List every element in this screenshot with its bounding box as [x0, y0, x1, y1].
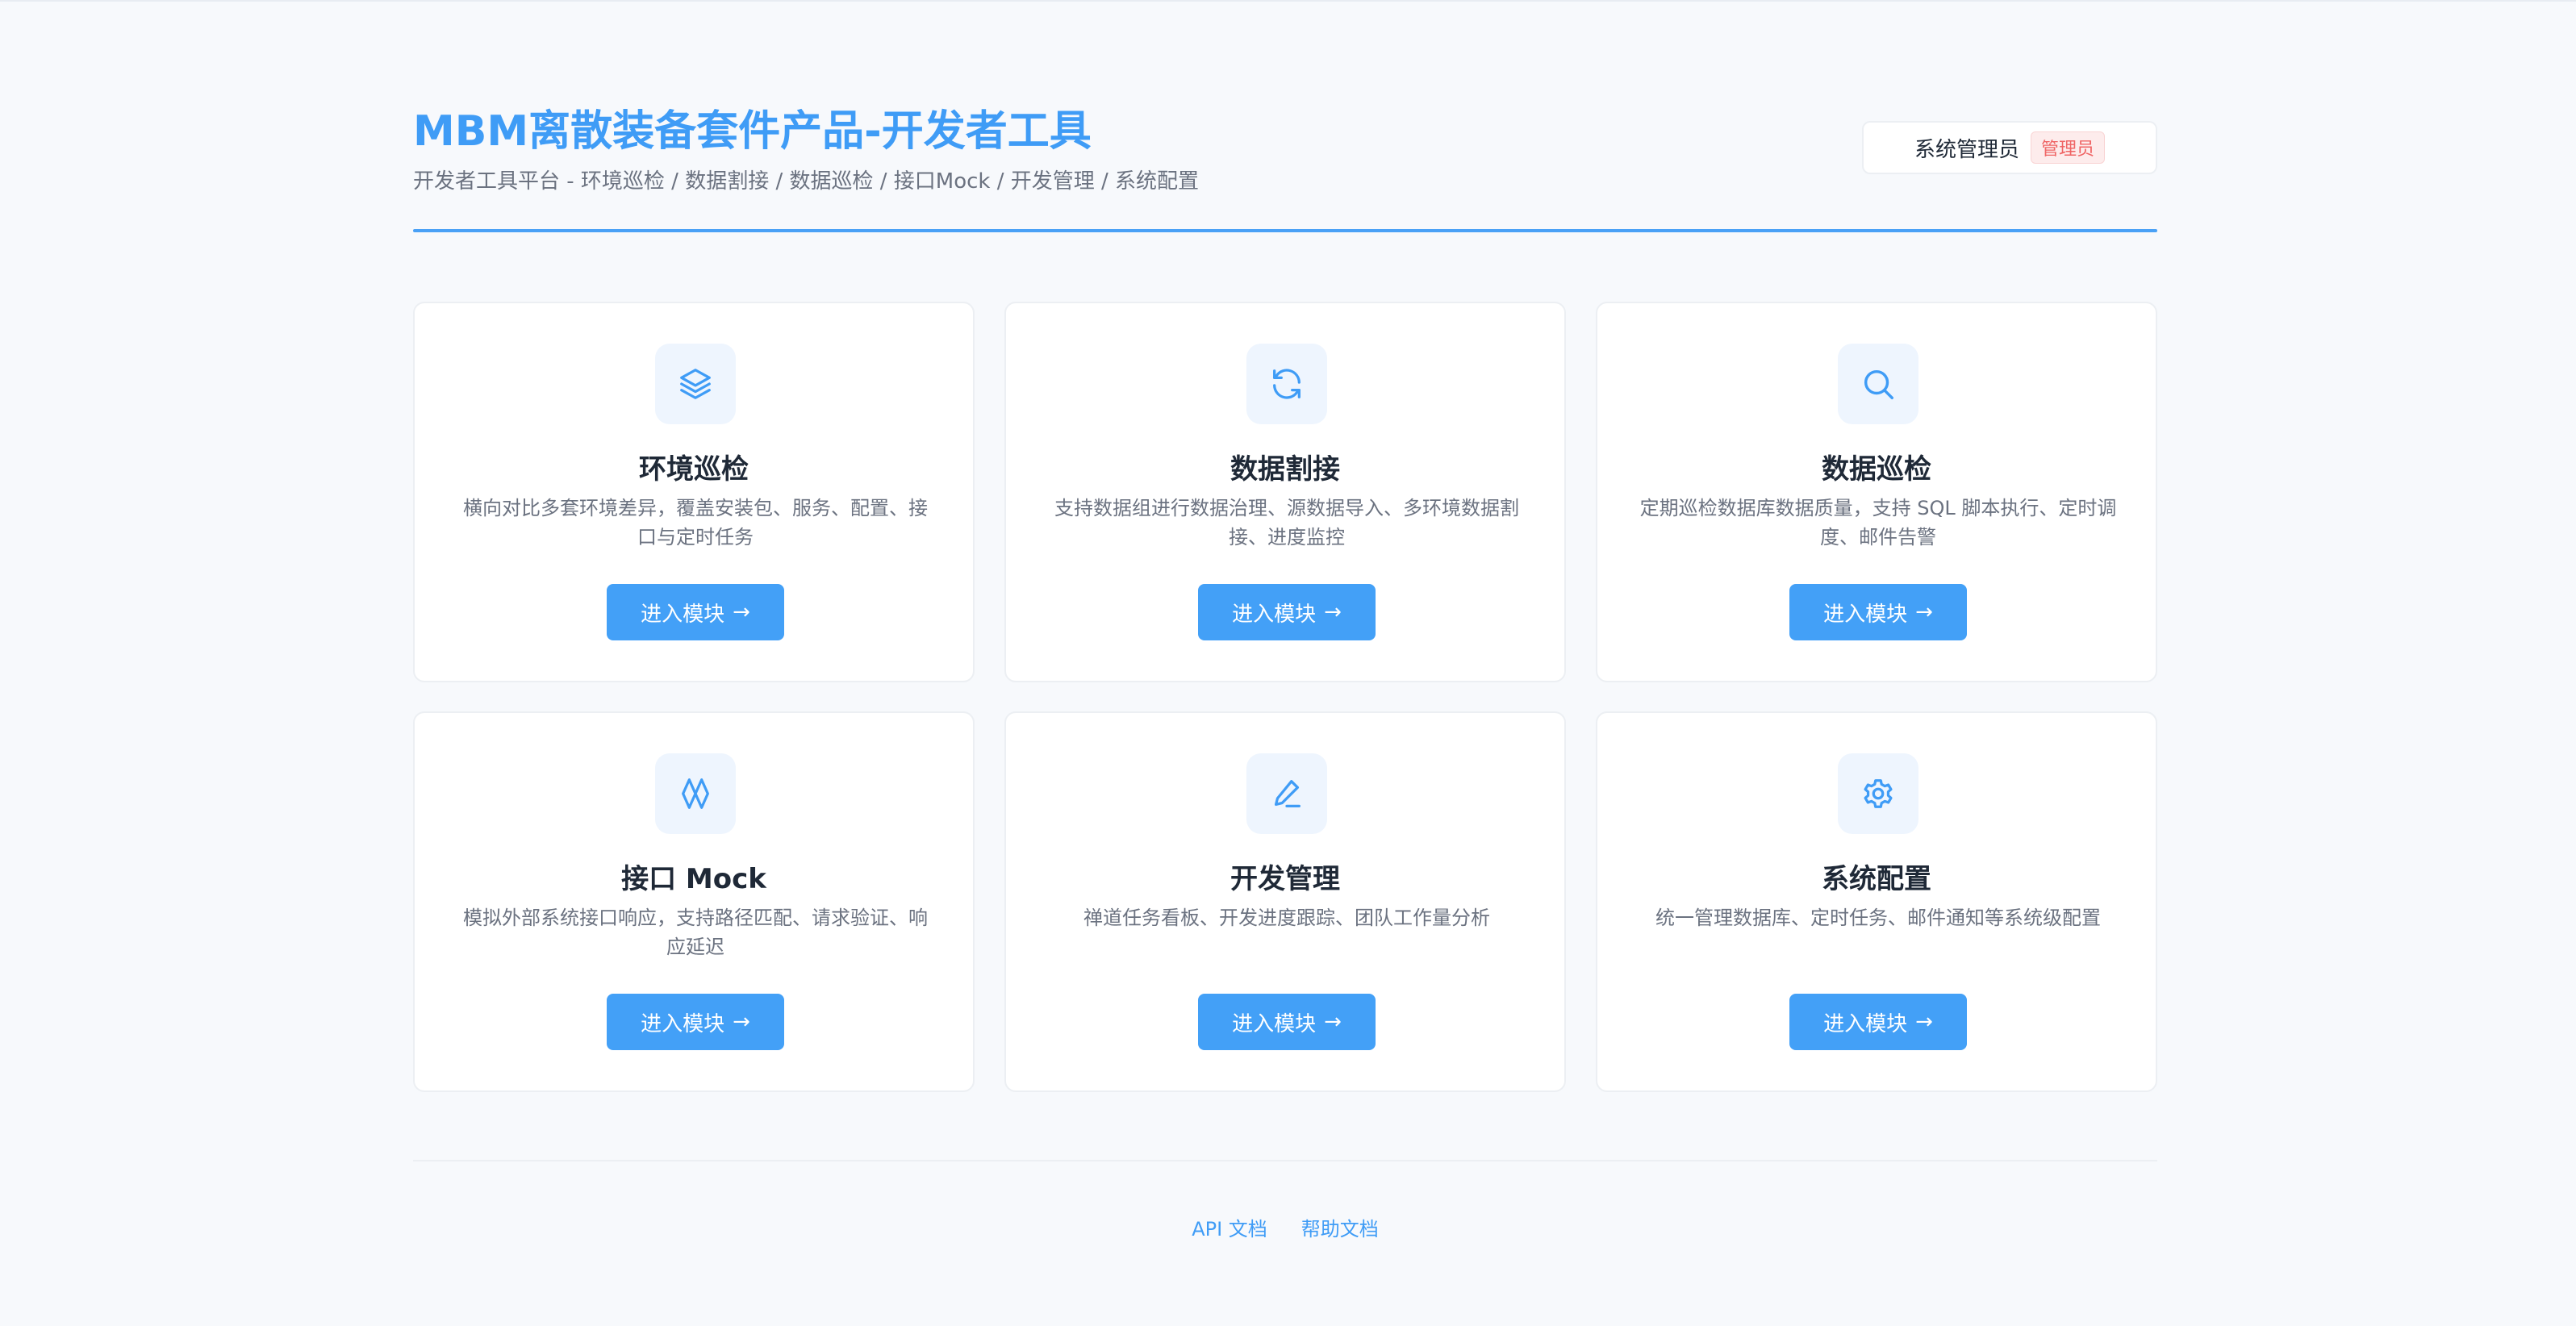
button-label: 进入模块	[1232, 602, 1317, 627]
page-subtitle: 开发者工具平台 - 环境巡检 / 数据割接 / 数据巡检 / 接口Mock / …	[413, 169, 1200, 194]
arrow-right-icon: →	[1324, 600, 1342, 624]
module-card-api-mock[interactable]: 接口 Mock 模拟外部系统接口响应，支持路径匹配、请求验证、响应延迟 进入模块…	[413, 711, 975, 1092]
module-title: 数据巡检	[1822, 453, 1931, 486]
module-description: 统一管理数据库、定时任务、邮件通知等系统级配置	[1655, 907, 2101, 929]
enter-module-button[interactable]: 进入模块 →	[1198, 584, 1376, 640]
help-docs-link[interactable]: 帮助文档	[1301, 1213, 1379, 1241]
pen-icon	[1246, 753, 1327, 834]
gear-icon	[1838, 753, 1918, 834]
layers-icon	[655, 344, 736, 424]
module-card-system-config[interactable]: 系统配置 统一管理数据库、定时任务、邮件通知等系统级配置 进入模块 →	[1596, 711, 2157, 1092]
arrow-right-icon: →	[733, 600, 750, 624]
search-icon	[1838, 344, 1918, 424]
module-title: 环境巡检	[639, 453, 749, 486]
header-divider	[413, 229, 2157, 232]
module-card-dev-management[interactable]: 开发管理 禅道任务看板、开发进度跟踪、团队工作量分析 进入模块 →	[1004, 711, 1566, 1092]
module-title: 开发管理	[1230, 863, 1340, 895]
arrow-right-icon: →	[1915, 600, 1933, 624]
button-label: 进入模块	[641, 602, 725, 627]
module-title: 数据割接	[1230, 453, 1340, 486]
enter-module-button[interactable]: 进入模块 →	[1789, 994, 1967, 1050]
page-title: MBM离散装备套件产品-开发者工具	[413, 107, 1092, 156]
footer-divider	[413, 1160, 2157, 1161]
enter-module-button[interactable]: 进入模块 →	[1789, 584, 1967, 640]
module-title: 系统配置	[1822, 863, 1931, 895]
page-header: MBM离散装备套件产品-开发者工具 开发者工具平台 - 环境巡检 / 数据割接 …	[413, 102, 2157, 232]
arrow-right-icon: →	[1915, 1010, 1933, 1034]
module-card-env-inspection[interactable]: 环境巡检 横向对比多套环境差异，覆盖安装包、服务、配置、接口与定时任务 进入模块…	[413, 302, 975, 682]
module-description: 禅道任务看板、开发进度跟踪、团队工作量分析	[1083, 907, 1490, 929]
module-card-data-inspection[interactable]: 数据巡检 定期巡检数据库数据质量，支持 SQL 脚本执行、定时调度、邮件告警 进…	[1596, 302, 2157, 682]
module-description: 模拟外部系统接口响应，支持路径匹配、请求验证、响应延迟	[463, 907, 928, 958]
user-name: 系统管理员	[1914, 137, 2019, 162]
button-label: 进入模块	[1232, 1011, 1317, 1036]
module-description: 支持数据组进行数据治理、源数据导入、多环境数据割接、进度监控	[1054, 497, 1519, 548]
button-label: 进入模块	[1823, 602, 1908, 627]
module-card-data-migration[interactable]: 数据割接 支持数据组进行数据治理、源数据导入、多环境数据割接、进度监控 进入模块…	[1004, 302, 1566, 682]
top-border	[0, 0, 2576, 2]
user-info[interactable]: 系统管理员 管理员	[1862, 121, 2157, 174]
mock-icon	[655, 753, 736, 834]
button-label: 进入模块	[1823, 1011, 1908, 1036]
enter-module-button[interactable]: 进入模块 →	[1198, 994, 1376, 1050]
button-label: 进入模块	[641, 1011, 725, 1036]
footer-links: API 文档 帮助文档	[413, 1213, 2157, 1241]
enter-module-button[interactable]: 进入模块 →	[607, 994, 784, 1050]
module-description: 横向对比多套环境差异，覆盖安装包、服务、配置、接口与定时任务	[463, 497, 928, 548]
enter-module-button[interactable]: 进入模块 →	[607, 584, 784, 640]
module-description: 定期巡检数据库数据质量，支持 SQL 脚本执行、定时调度、邮件告警	[1639, 497, 2117, 548]
module-title: 接口 Mock	[621, 863, 766, 895]
role-badge: 管理员	[2031, 131, 2106, 164]
arrow-right-icon: →	[733, 1010, 750, 1034]
api-docs-link[interactable]: API 文档	[1192, 1213, 1267, 1241]
refresh-icon	[1246, 344, 1327, 424]
arrow-right-icon: →	[1324, 1010, 1342, 1034]
